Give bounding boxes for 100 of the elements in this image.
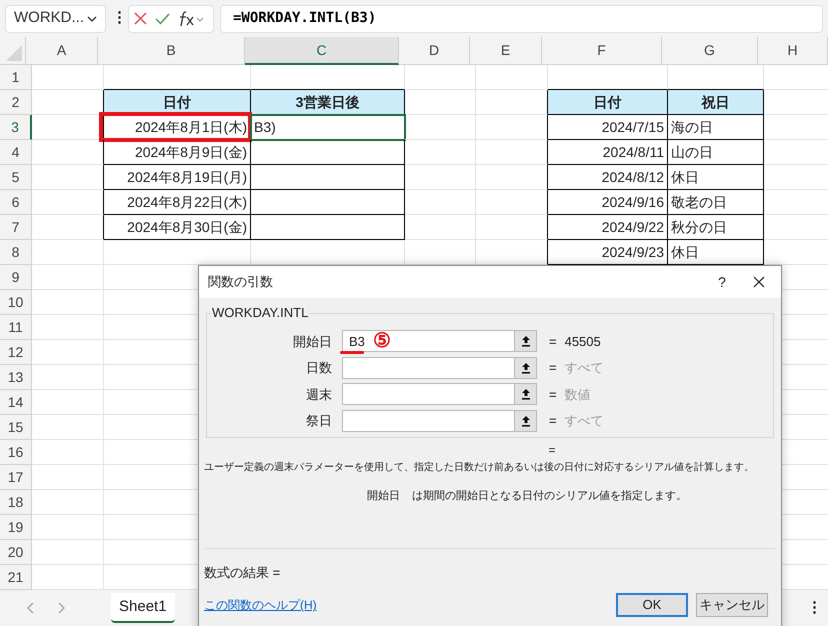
table-cell: B3) bbox=[251, 115, 405, 140]
grid-cell[interactable] bbox=[476, 140, 548, 165]
name-box[interactable]: WORKD... bbox=[5, 4, 106, 32]
table-cell: 山の日 bbox=[668, 140, 764, 165]
row-header[interactable]: 16 bbox=[0, 440, 32, 465]
table-cell: 2024年8月30日(金) bbox=[104, 215, 251, 240]
column-header[interactable]: A bbox=[26, 37, 98, 65]
row-header[interactable]: 19 bbox=[0, 515, 32, 540]
argument-field[interactable] bbox=[342, 356, 515, 379]
more-options[interactable]: ⋮ bbox=[807, 596, 822, 620]
collapse-button[interactable] bbox=[515, 410, 537, 432]
row-header[interactable]: 10 bbox=[0, 290, 32, 315]
row-header[interactable]: 12 bbox=[0, 340, 32, 365]
equals-sign: = bbox=[549, 359, 557, 377]
arrow-up-icon bbox=[520, 414, 530, 427]
equals-sign: = bbox=[549, 386, 557, 404]
row-header[interactable]: 21 bbox=[0, 565, 32, 590]
function-description: ユーザー定義の週末パラメーターを使用して、指定した日数だけ前あるいは後の日付に対応するシリアル値を計算します。 bbox=[204, 460, 754, 475]
corner-triangle-icon bbox=[6, 45, 22, 61]
table-cell: 2024年8月22日(木) bbox=[104, 190, 251, 215]
header-cell: 祝日 bbox=[668, 90, 764, 115]
column-header[interactable]: C bbox=[245, 37, 399, 65]
row-header[interactable]: 3 bbox=[0, 115, 32, 140]
argument-result: 数値 bbox=[564, 386, 591, 404]
grid-cell[interactable] bbox=[32, 140, 104, 165]
more-options[interactable]: ⋮ bbox=[112, 7, 122, 30]
help-link[interactable]: この関数のヘルプ(H) bbox=[204, 596, 616, 614]
column-header[interactable]: D bbox=[399, 37, 470, 65]
sheet-tab[interactable]: Sheet1 bbox=[111, 593, 175, 623]
row-header[interactable]: 6 bbox=[0, 190, 32, 215]
arrow-up-icon bbox=[520, 388, 530, 400]
dialog-title: 関数の引数 bbox=[208, 273, 274, 292]
argument-label: 週末 bbox=[305, 386, 333, 404]
table-cell: 敬老の日 bbox=[668, 190, 764, 215]
collapse-button[interactable] bbox=[515, 383, 537, 406]
table-cell: 2024年8月19日(月) bbox=[104, 165, 251, 190]
grid-cell[interactable] bbox=[32, 165, 104, 190]
column-header[interactable]: E bbox=[470, 37, 542, 65]
row-header[interactable]: 14 bbox=[0, 390, 32, 415]
arrow-up-icon bbox=[520, 362, 530, 374]
grid-cell[interactable] bbox=[476, 165, 548, 190]
row-header[interactable]: 7 bbox=[0, 215, 32, 240]
grid-cell[interactable] bbox=[32, 190, 104, 215]
row-header[interactable]: 9 bbox=[0, 265, 32, 290]
grid-cell[interactable] bbox=[476, 215, 548, 240]
underline-mark bbox=[340, 351, 364, 354]
dialog-button[interactable]: OK bbox=[616, 593, 688, 617]
row-header[interactable]: 17 bbox=[0, 465, 32, 490]
next-sheet-icon[interactable] bbox=[58, 602, 66, 614]
row-header[interactable]: 1 bbox=[0, 65, 32, 90]
previous-sheet-icon[interactable] bbox=[26, 602, 34, 614]
row-header[interactable]: 4 bbox=[0, 140, 32, 165]
grid-cell[interactable] bbox=[476, 115, 548, 140]
step-number: ⑤ bbox=[372, 331, 391, 352]
equals-sign: = bbox=[549, 412, 557, 430]
table-cell: 2024/7/15 bbox=[548, 115, 668, 140]
formula-equals: = bbox=[548, 442, 556, 459]
table-cell: 2024/8/11 bbox=[548, 140, 668, 165]
collapse-button[interactable] bbox=[515, 330, 537, 352]
argument-name: 開始日 bbox=[367, 489, 400, 504]
row-header[interactable]: 13 bbox=[0, 365, 32, 390]
grid-cell[interactable] bbox=[476, 190, 548, 215]
row-header[interactable]: 8 bbox=[0, 240, 32, 265]
argument-field[interactable]: B3 ⑤ bbox=[342, 330, 515, 352]
row-header[interactable]: 2 bbox=[0, 90, 32, 115]
row-header[interactable]: 11 bbox=[0, 315, 32, 340]
row-header[interactable]: 18 bbox=[0, 490, 32, 515]
chevron-down-icon bbox=[87, 16, 97, 22]
table-cell: 海の日 bbox=[668, 115, 764, 140]
grid-cell[interactable] bbox=[32, 215, 104, 240]
table-cell: 休日 bbox=[668, 165, 764, 190]
column-header[interactable]: H bbox=[758, 37, 828, 65]
help-button[interactable]: ? bbox=[707, 272, 737, 292]
header-cell: 日付 bbox=[548, 90, 668, 115]
column-header[interactable]: F bbox=[542, 37, 662, 65]
argument-label: 開始日 bbox=[292, 332, 333, 350]
argument-label: 祭日 bbox=[305, 412, 333, 430]
close-icon bbox=[753, 276, 765, 288]
argument-result: 45505 bbox=[564, 332, 601, 350]
equals-sign: = bbox=[549, 332, 557, 350]
row-header[interactable]: 5 bbox=[0, 165, 32, 190]
row-header[interactable]: 20 bbox=[0, 540, 32, 565]
function-icon[interactable] bbox=[178, 10, 206, 28]
argument-field[interactable] bbox=[342, 383, 515, 406]
table-cell: 秋分の日 bbox=[668, 215, 764, 240]
header-cell: 3営業日後 bbox=[251, 90, 405, 115]
row-header[interactable]: 15 bbox=[0, 415, 32, 440]
grid-cell[interactable] bbox=[32, 115, 104, 140]
check-icon[interactable] bbox=[155, 12, 170, 24]
collapse-button[interactable] bbox=[515, 356, 537, 379]
argument-label: 日数 bbox=[305, 359, 333, 377]
table-cell: 2024/9/16 bbox=[548, 190, 668, 215]
dialog-button[interactable]: キャンセル bbox=[696, 593, 768, 617]
formula-field[interactable]: =WORKDAY.INTL(B3) bbox=[220, 4, 823, 32]
argument-result: すべて bbox=[564, 412, 604, 430]
argument-description: は期間の開始日となる日付のシリアル値を指定します。 bbox=[412, 488, 687, 504]
argument-field[interactable] bbox=[342, 410, 515, 432]
column-header[interactable]: G bbox=[662, 37, 758, 65]
arrow-up-icon bbox=[520, 335, 530, 348]
cancel-icon[interactable] bbox=[134, 12, 147, 25]
